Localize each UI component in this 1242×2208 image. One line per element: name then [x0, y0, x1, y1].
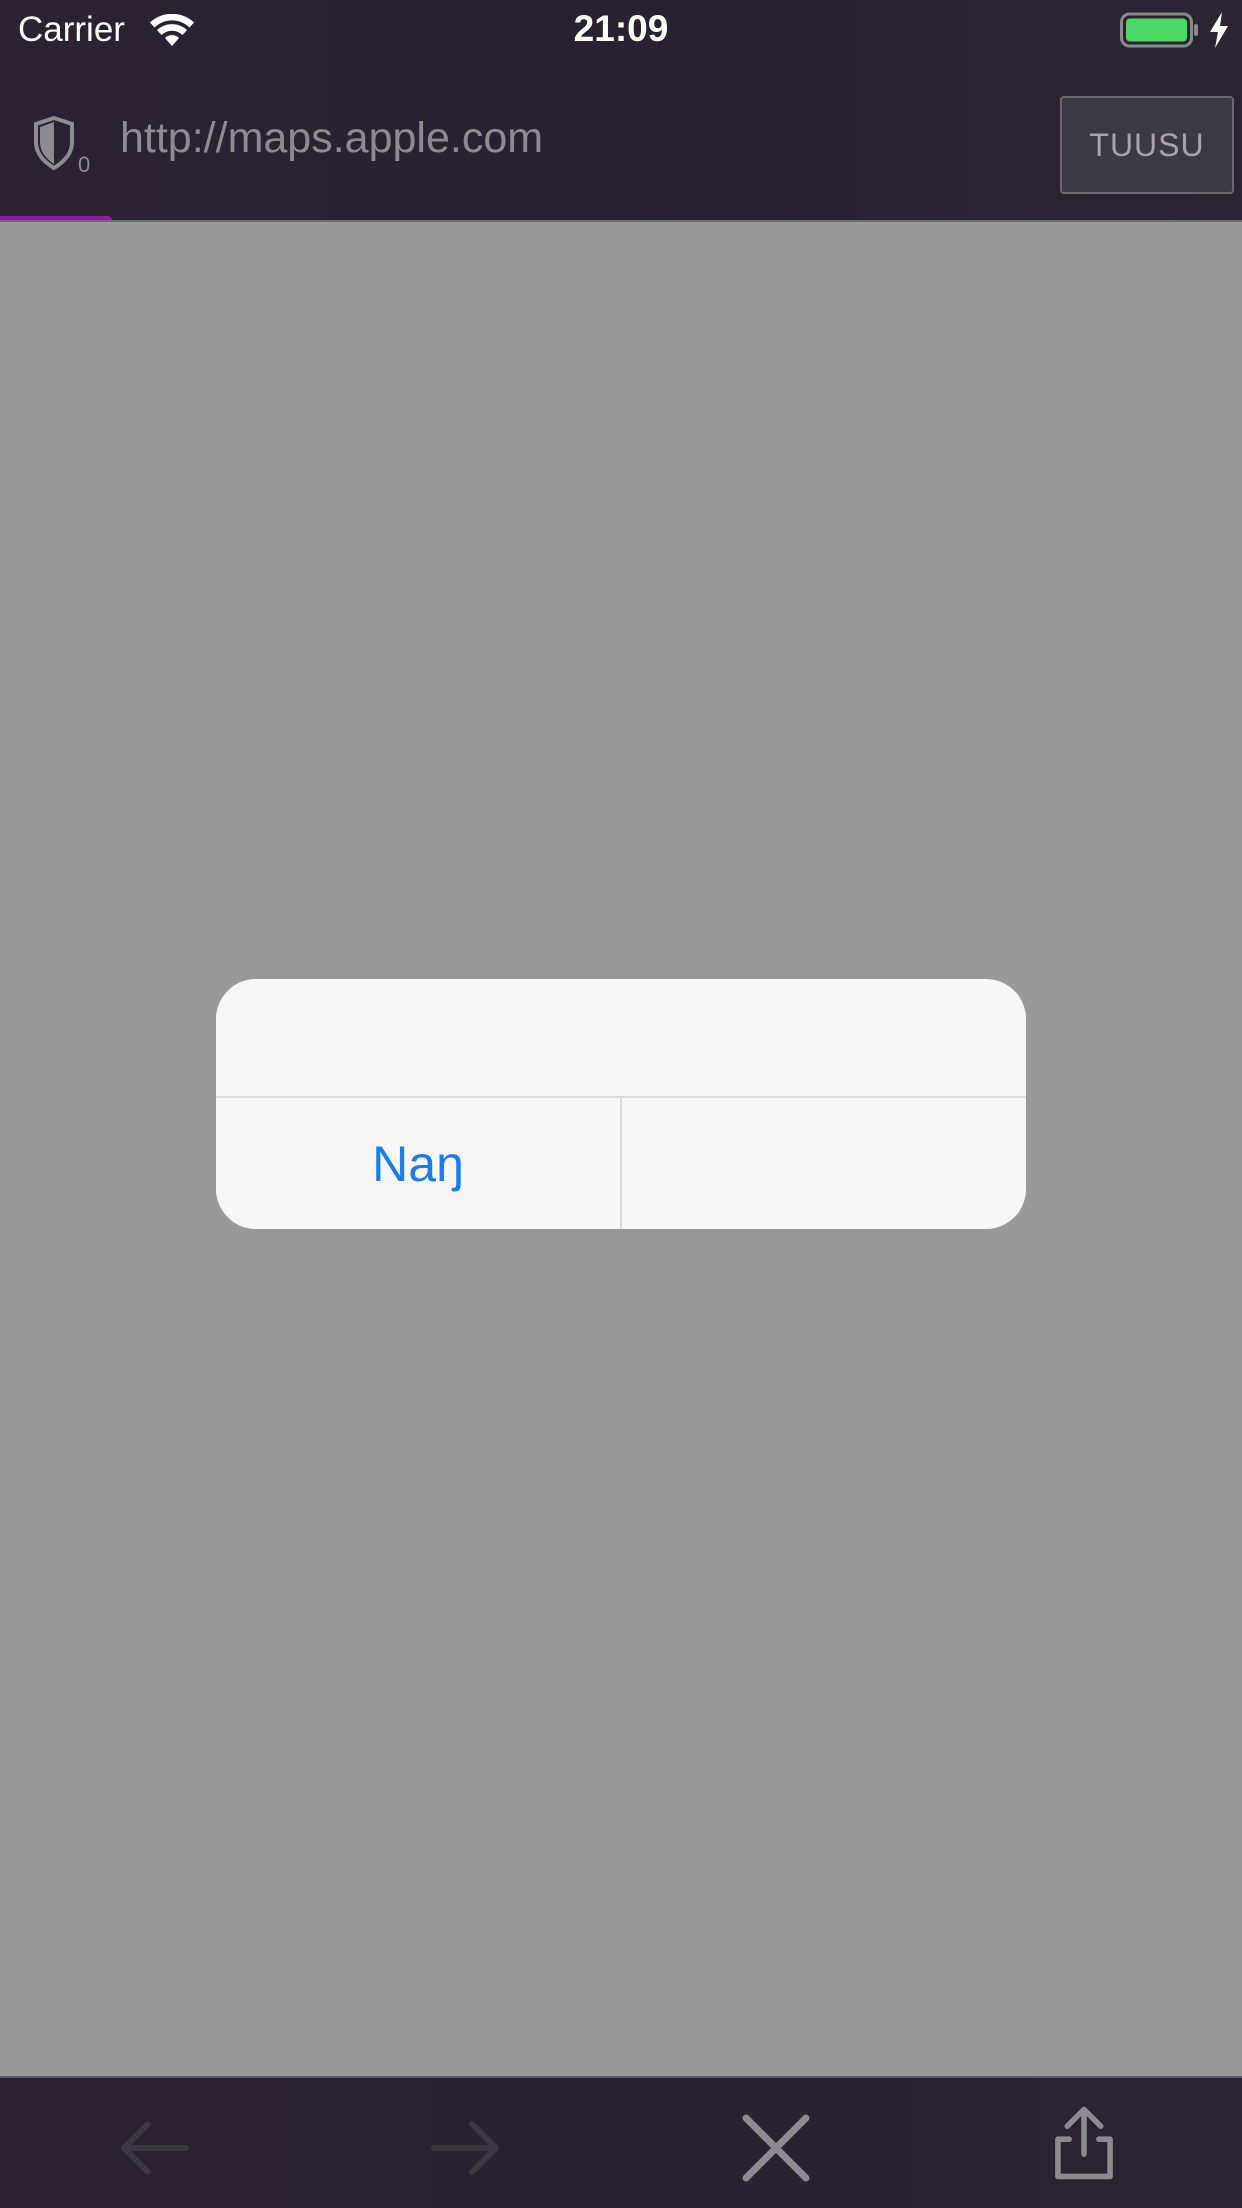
alert-right-button[interactable] — [622, 1098, 1026, 1229]
clock: 21:09 — [573, 8, 669, 49]
close-icon[interactable] — [736, 2108, 816, 2188]
back-arrow-icon[interactable] — [114, 2108, 194, 2188]
alert-left-button[interactable]: Naŋ — [216, 1098, 620, 1229]
alert-dialog: Naŋ — [216, 979, 1026, 1229]
url-bar[interactable]: 0 http://maps.apple.com TUUSU — [0, 62, 1242, 220]
url-field[interactable]: http://maps.apple.com — [120, 114, 543, 163]
charging-icon — [1210, 12, 1228, 48]
cancel-button[interactable]: TUUSU — [1060, 96, 1234, 194]
battery-icon — [1120, 12, 1198, 48]
bottom-toolbar — [0, 2076, 1242, 2208]
shield-icon[interactable]: 0 — [34, 114, 90, 174]
tracker-count: 0 — [78, 152, 90, 174]
browser-header: Carrier 21:09 0 http://maps.apple.com TU… — [0, 0, 1242, 224]
status-bar: Carrier 21:09 — [0, 0, 1242, 62]
share-icon[interactable] — [1044, 2102, 1124, 2182]
forward-arrow-icon[interactable] — [426, 2108, 506, 2188]
alert-message-area — [216, 979, 1026, 1096]
